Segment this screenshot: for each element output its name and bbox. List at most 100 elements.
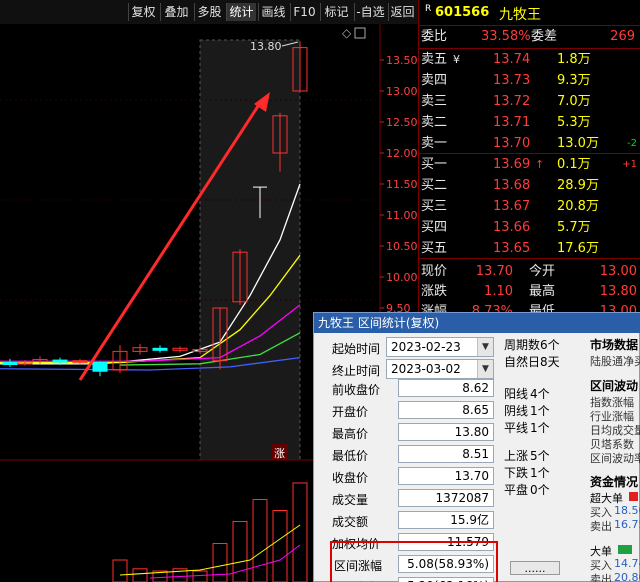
- sell-row[interactable]: 卖五 ¥13.74 1.8万: [419, 50, 640, 70]
- count-label: 下跌: [504, 466, 529, 480]
- toolbar-tongji-button[interactable]: 统计: [226, 3, 256, 21]
- count-label: 平盘: [504, 483, 529, 497]
- sell-volume: 9.3万: [557, 73, 591, 88]
- field-label: 收盘价: [332, 471, 369, 485]
- toolbar-huaxian-button[interactable]: 画线: [258, 3, 288, 21]
- end-time-select[interactable]: 2023-03-02 ▼: [386, 359, 494, 379]
- stock-name: 九牧王: [499, 7, 541, 23]
- buy-level-label: 买四: [421, 220, 448, 235]
- field-value: 13.70: [398, 467, 494, 485]
- buy-price: 13.66: [493, 220, 531, 235]
- price-tick-label: 12.50: [386, 116, 418, 129]
- toolbar-duogu-button[interactable]: 多股: [194, 3, 224, 21]
- stat-label: 涨跌: [421, 284, 448, 299]
- sell-volume: 5.3万: [557, 115, 591, 130]
- count-value: 1个: [530, 421, 550, 435]
- super-buy-value: 18.50: [614, 504, 640, 517]
- right-column: 市场数据 陆股通净买 区间波动 指数涨幅 行业涨幅 日均成交量 贝塔系数 区间波…: [586, 333, 640, 582]
- dialog-title: 九牧王 区间统计(复权): [314, 313, 640, 333]
- candle-body: [2, 362, 18, 366]
- stock-code: 601566: [435, 5, 490, 20]
- price-tick-label: 11.50: [386, 178, 418, 191]
- field-label: 最高价: [332, 427, 369, 441]
- toolbar-biaoji-button[interactable]: 标记: [320, 3, 352, 21]
- range-stats-dialog: 九牧王 区间统计(复权) 起始时间 2023-02-23 ▼ 终止时间 2023…: [313, 312, 640, 582]
- separator: [419, 48, 640, 49]
- buy-volume: 17.6万: [557, 241, 599, 256]
- stat-value: 13.70: [475, 264, 513, 279]
- price-tick-label: 10.00: [386, 271, 418, 284]
- chevron-down-icon[interactable]: ▼: [477, 360, 493, 378]
- start-time-select[interactable]: 2023-02-23 ▼: [386, 337, 494, 357]
- volume-bar: [292, 482, 308, 582]
- toolbar-diejia-button[interactable]: 叠加: [160, 3, 192, 21]
- sell-row[interactable]: 卖一 13.70 13.0万 -2: [419, 134, 640, 154]
- zhang-label: 涨: [274, 447, 285, 460]
- natural-days-value: 8天: [540, 355, 560, 369]
- buy-mark: ↑: [535, 158, 545, 171]
- stat-value: 13.00: [599, 264, 637, 279]
- buy-level-label: 买五: [421, 241, 448, 256]
- end-time-value: 2023-03-02: [391, 362, 461, 376]
- weibi-row: 委比 33.58% 委差 269: [419, 27, 640, 47]
- sell-level-label: 卖一: [421, 136, 448, 151]
- separator: [419, 258, 640, 259]
- buy-row[interactable]: 买一 13.69 ↑ 0.1万 +1: [419, 155, 640, 175]
- more-button[interactable]: ......: [510, 561, 560, 575]
- sell-mark: ¥: [453, 53, 460, 66]
- stat-label: 现价: [421, 264, 448, 279]
- buy-level-label: 买一: [421, 157, 448, 172]
- field-value: 13.80: [398, 423, 494, 441]
- buy-row[interactable]: 买三 13.67 20.8万: [419, 197, 640, 217]
- buy-row[interactable]: 买二 13.68 28.9万: [419, 176, 640, 196]
- sell-row[interactable]: 卖二 13.71 5.3万: [419, 113, 640, 133]
- count-value: 1个: [530, 404, 550, 418]
- volume-bar: [272, 510, 288, 582]
- natural-days-label: 自然日: [504, 355, 541, 369]
- weicha-value: 269: [610, 29, 635, 44]
- super-big-color-icon: [629, 492, 638, 501]
- volatility-heading: 区间波动: [590, 379, 639, 393]
- buy-row[interactable]: 买五 13.65 17.6万: [419, 239, 640, 259]
- stat-row: 现价 13.70 今开 13.00: [419, 262, 640, 282]
- toolbar-fanhui-button[interactable]: 返回: [388, 3, 416, 21]
- count-label: 上涨: [504, 449, 529, 463]
- sell-level-label: 卖二: [421, 115, 448, 130]
- settings-box-icon[interactable]: [354, 27, 366, 39]
- field-label: 成交量: [332, 493, 369, 507]
- buy-row[interactable]: 买四 13.66 5.7万: [419, 218, 640, 238]
- toolbar-zixuan-button[interactable]: -自选: [354, 3, 386, 21]
- sell-price: 13.70: [493, 136, 531, 151]
- sell-level-label: 卖五: [421, 52, 448, 67]
- sell-price: 13.72: [493, 94, 531, 109]
- sell-row[interactable]: 卖三 13.72 7.0万: [419, 92, 640, 112]
- toolbar-fuquan-button[interactable]: 复权: [128, 3, 158, 21]
- end-time-label: 终止时间: [332, 364, 381, 378]
- sell-price: 13.71: [493, 115, 531, 130]
- toolbar-f10-button[interactable]: F10: [290, 3, 318, 21]
- marker-diamond-icon[interactable]: ◇: [342, 26, 352, 40]
- candle-body: [152, 347, 168, 351]
- candle-body: [92, 362, 108, 372]
- sell-level-label: 卖四: [421, 73, 448, 88]
- volatility-rate-label: 区间波动率: [590, 452, 640, 465]
- sell-price: 13.73: [493, 73, 531, 88]
- field-value: 8.62: [398, 379, 494, 397]
- start-time-label: 起始时间: [332, 342, 381, 356]
- price-tick-label: 11.00: [386, 209, 418, 222]
- candle-body: [52, 359, 68, 363]
- count-label: 平线: [504, 421, 529, 435]
- sell-volume: 1.8万: [557, 52, 591, 67]
- buy-price: 13.68: [493, 178, 531, 193]
- northbound-label: 陆股通净买: [590, 355, 640, 368]
- quote-header: R 601566 九牧王: [419, 0, 640, 26]
- chevron-down-icon[interactable]: ▼: [477, 338, 493, 356]
- count-value: 0个: [530, 483, 550, 497]
- sell-price: 13.74: [493, 52, 531, 67]
- count-label: 阳线: [504, 387, 529, 401]
- field-value: 1372087: [398, 489, 494, 507]
- separator: [419, 153, 640, 154]
- selected-range: [199, 39, 301, 461]
- sell-row[interactable]: 卖四 13.73 9.3万: [419, 71, 640, 91]
- sell-change: -2: [627, 138, 637, 149]
